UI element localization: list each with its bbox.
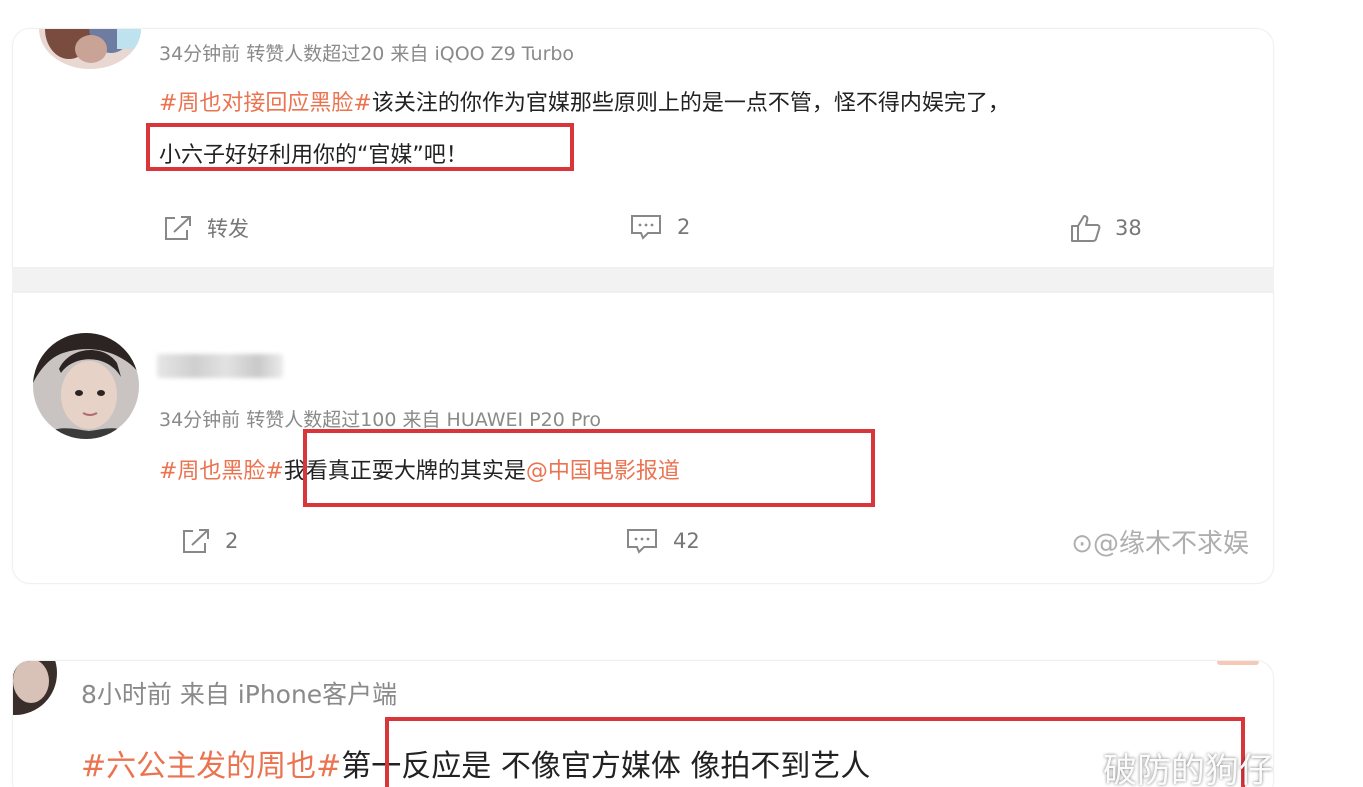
repost-button[interactable]: 2 bbox=[181, 527, 238, 555]
post-text-line1: #周也对接回应黑脸#该关注的你作为官媒那些原则上的是一点不管，怪不得内娱完了， bbox=[159, 85, 1010, 117]
post-meta: 34分钟前 转赞人数超过20 来自 iQOO Z9 Turbo bbox=[159, 43, 575, 65]
hashtag-link[interactable]: #周也对接回应黑脸# bbox=[159, 91, 372, 116]
like-icon bbox=[1071, 215, 1101, 242]
repost-icon bbox=[165, 216, 191, 240]
highlight-box bbox=[303, 429, 875, 507]
comment-count: 2 bbox=[677, 215, 691, 239]
comment-count: 42 bbox=[673, 529, 700, 553]
comment-button[interactable]: 2 bbox=[629, 213, 690, 241]
divider bbox=[12, 268, 1274, 292]
hashtag-link[interactable]: #六公主发的周也# bbox=[81, 749, 341, 784]
comment-icon bbox=[627, 529, 657, 554]
corner-accent bbox=[1217, 661, 1259, 665]
like-button[interactable]: 38 bbox=[1069, 213, 1142, 243]
repost-label: 转发 bbox=[207, 217, 249, 241]
highlight-box bbox=[146, 123, 574, 171]
comment-button[interactable]: 42 bbox=[625, 527, 700, 555]
post-card-3: 8小时前 来自 iPhone客户端 #六公主发的周也#第一反应是 不像官方媒体 … bbox=[12, 660, 1274, 787]
repost-icon bbox=[183, 529, 209, 553]
like-count: 38 bbox=[1115, 216, 1142, 240]
avatar[interactable] bbox=[39, 29, 141, 69]
watermark: 破防的狗仔 bbox=[1103, 751, 1273, 787]
avatar[interactable] bbox=[33, 333, 139, 439]
avatar[interactable] bbox=[13, 661, 57, 715]
watermark: ⊙@缘木不求娱 bbox=[1071, 529, 1249, 559]
post-meta: 34分钟前 转赞人数超过100 来自 HUAWEI P20 Pro bbox=[159, 409, 601, 431]
post-text: 该关注的你作为官媒那些原则上的是一点不管，怪不得内娱完了， bbox=[371, 91, 1010, 116]
post-card-1: 34分钟前 转赞人数超过20 来自 iQOO Z9 Turbo #周也对接回应黑… bbox=[12, 28, 1274, 268]
comment-icon bbox=[631, 215, 661, 240]
repost-count: 2 bbox=[225, 529, 239, 553]
blurred-username bbox=[157, 354, 283, 378]
repost-button[interactable]: 转发 bbox=[163, 213, 249, 243]
post-card-2: 34分钟前 转赞人数超过100 来自 HUAWEI P20 Pro #周也黑脸#… bbox=[12, 292, 1274, 584]
hashtag-link[interactable]: #周也黑脸# bbox=[159, 459, 284, 484]
post-meta: 8小时前 来自 iPhone客户端 bbox=[81, 680, 398, 709]
